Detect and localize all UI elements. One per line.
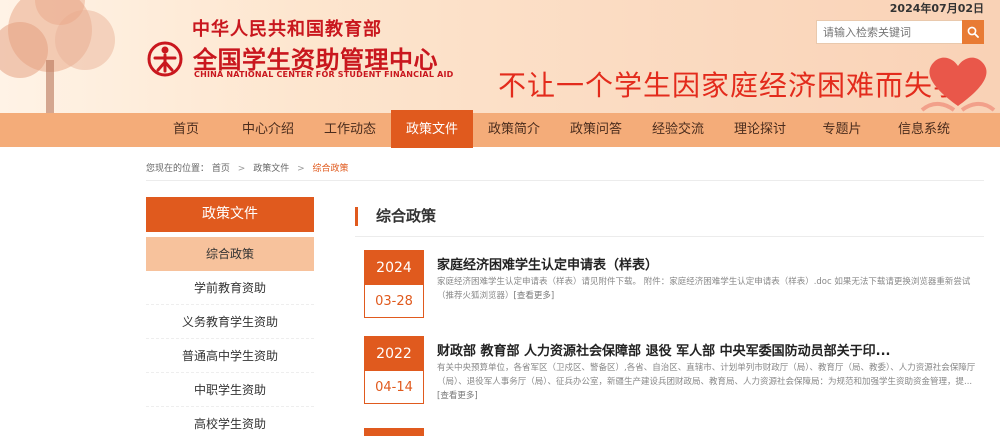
- date-month-day: 03-28: [375, 294, 413, 309]
- date-badge-partial: [364, 428, 424, 436]
- article-title-link[interactable]: 财政部 教育部 人力资源社会保障部 退役 军人部 中央军委国防动员部关于印...: [437, 340, 890, 359]
- article-item: 2024 03-28 家庭经济困难学生认定申请表（样表） 家庭经济困难学生认定申…: [364, 250, 984, 330]
- main-nav: 首页 中心介绍 工作动态 政策文件 政策简介 政策问答 经验交流 理论探讨 专题…: [0, 110, 1000, 148]
- site-header: 中华人民共和国教育部 全国学生资助管理中心 CHINA NATIONAL CEN…: [0, 0, 1000, 113]
- nav-item-news[interactable]: 工作动态: [309, 113, 391, 147]
- breadcrumb-policy-docs[interactable]: 政策文件: [253, 164, 289, 174]
- breadcrumb-home[interactable]: 首页: [212, 164, 230, 174]
- nav-item-info-system[interactable]: 信息系统: [883, 113, 965, 147]
- nav-item-policy-qa[interactable]: 政策问答: [555, 113, 637, 147]
- article-summary: 家庭经济困难学生认定申请表（样表）请见附件下载。 附件：家庭经济困难学生认定申请…: [437, 275, 982, 303]
- search-input[interactable]: [816, 20, 962, 44]
- date-month-day: 04-14: [375, 380, 413, 395]
- nav-item-policy-docs[interactable]: 政策文件: [391, 110, 473, 148]
- sidebar-item-university-aid[interactable]: 高校学生资助: [146, 407, 314, 436]
- article-summary-text: 有关中央预算单位，各省军区（卫戍区、警备区）,各省、自治区、直辖市、计划单列市财…: [437, 363, 976, 387]
- article-title-link[interactable]: 家庭经济困难学生认定申请表（样表）: [437, 254, 658, 273]
- sidebar-item-highschool-aid[interactable]: 普通高中学生资助: [146, 339, 314, 373]
- breadcrumb: 您现在的位置： 首页 > 政策文件 > 综合政策: [146, 161, 349, 174]
- nav-item-videos[interactable]: 专题片: [801, 113, 883, 147]
- breadcrumb-prefix: 您现在的位置：: [146, 164, 210, 174]
- center-logo-icon[interactable]: [146, 40, 184, 78]
- date-badge: 2022 04-14: [364, 336, 424, 404]
- sidebar-item-vocational-aid[interactable]: 中职学生资助: [146, 373, 314, 407]
- search-bar: [816, 20, 984, 44]
- section-marker: [355, 207, 358, 226]
- article-summary: 有关中央预算单位，各省军区（卫戍区、警备区）,各省、自治区、直辖市、计划单列市财…: [437, 361, 982, 403]
- ministry-name: 中华人民共和国教育部: [192, 19, 382, 40]
- date-badge: 2024 03-28: [364, 250, 424, 318]
- current-date: 2024年07月02日: [889, 2, 984, 15]
- sidebar-title: 政策文件: [146, 197, 314, 232]
- search-icon: [967, 26, 979, 38]
- view-more-link[interactable]: [查看更多]: [514, 291, 555, 301]
- nav-item-about[interactable]: 中心介绍: [227, 113, 309, 147]
- nav-item-policy-intro[interactable]: 政策简介: [473, 113, 555, 147]
- breadcrumb-current[interactable]: 综合政策: [313, 164, 349, 174]
- tree-illustration: [0, 0, 115, 113]
- breadcrumb-separator: >: [297, 164, 305, 174]
- sidebar-item-compulsory-aid[interactable]: 义务教育学生资助: [146, 305, 314, 339]
- nav-item-experience[interactable]: 经验交流: [637, 113, 719, 147]
- search-button[interactable]: [962, 20, 984, 44]
- date-year: 2022: [365, 337, 423, 371]
- divider: [146, 180, 984, 181]
- view-more-link[interactable]: [查看更多]: [437, 391, 478, 401]
- heart-hands-icon: [920, 57, 996, 112]
- nav-item-theory[interactable]: 理论探讨: [719, 113, 801, 147]
- sidebar-item-preschool-aid[interactable]: 学前教育资助: [146, 271, 314, 305]
- breadcrumb-separator: >: [237, 164, 246, 174]
- article-item: 2022 04-14 财政部 教育部 人力资源社会保障部 退役 军人部 中央军委…: [364, 336, 984, 416]
- sidebar-menu: 综合政策 学前教育资助 义务教育学生资助 普通高中学生资助 中职学生资助 高校学…: [146, 237, 314, 436]
- center-name-english: CHINA NATIONAL CENTER FOR STUDENT FINANC…: [194, 70, 454, 79]
- slogan: 不让一个学生因家庭经济困难而失学: [498, 69, 963, 102]
- section-title: 综合政策: [376, 207, 437, 225]
- divider: [355, 236, 984, 237]
- date-year: 2024: [365, 251, 423, 285]
- nav-item-home[interactable]: 首页: [145, 113, 227, 147]
- sidebar-item-general-policy[interactable]: 综合政策: [146, 237, 314, 271]
